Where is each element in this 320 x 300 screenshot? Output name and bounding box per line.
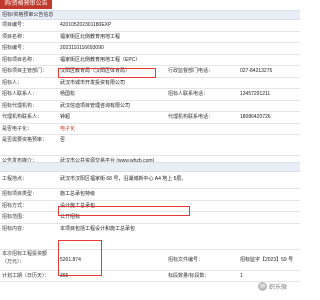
row-content: 招标内容： 本项目包括工程设计和施工总承包 [0, 224, 300, 250]
row-mode: 是否电子化： 电子化 [0, 124, 300, 135]
label-2: 代理机构联系电话： [168, 114, 214, 120]
label: 项目名称： [2, 33, 28, 40]
section-title: 招标/资格预审公告信息 [2, 12, 54, 18]
label: 招标编号： [2, 45, 28, 51]
row-location: 工程地点： 武汉市汉阳区福家街 68 号，沿湖城新中心 A4 地上 5层。 [0, 171, 300, 189]
tab-announcement[interactable]: 询/资格预审公告 [0, 0, 52, 9]
value: 电子化 [60, 125, 76, 132]
row-contact-1: 招标人联系人： 杨国松 招标人联系电话： 13457291211 [0, 89, 300, 101]
label: 招标人联系人： [2, 91, 38, 97]
value: 施工总承包特级 [60, 191, 96, 197]
project-table: 工程地点： 武汉市汉阳区福家街 68 号，沿湖城新中心 A4 地上 5层。 招标… [0, 171, 300, 282]
value: 福家街区北侧教育用地工程（EPC） [60, 56, 141, 63]
row-prequal: 是否需要资格预审： 否 [0, 135, 300, 156]
value-2: 1 [240, 272, 243, 279]
section-header: 招标/资格预审公告信息 [0, 10, 300, 20]
highlight-location [58, 206, 190, 216]
label: 招标项目名称： [2, 56, 38, 63]
info-table: 项目编号： 420105202301180EXP 项目名称： 福家街区北侧教育用… [0, 20, 300, 168]
label-2: 行政监督部门电话： [168, 68, 214, 74]
label: 项目编号： [2, 22, 28, 28]
row-agent: 招标代理机构： 武汉信迪项目管理咨询有限公司 [0, 101, 300, 112]
value: 福家街区北侧教育用地工程 [60, 33, 121, 40]
tab-label: 询/资格预审公告 [4, 1, 48, 7]
watermark-text: 织乐微 [269, 285, 288, 291]
value: 2023110116693090 [60, 45, 104, 51]
value-2: 18086420726 [240, 114, 271, 120]
label-2: 招标文件编号： [168, 256, 204, 263]
label-2: 标段数量/标段数： [168, 272, 210, 279]
tab-bar: 询/资格预审公告 [0, 0, 300, 9]
row-bid-no: 招标编号： 2023110116693090 [0, 43, 300, 55]
watermark-icon: ✉ [258, 282, 267, 291]
label: 招标代理机构： [2, 102, 38, 109]
label: 招标内容： [2, 225, 28, 232]
value: 杨国松 [60, 91, 76, 97]
watermark: ✉ 织乐微 [258, 282, 287, 291]
label: 本次招标工程投资额（万元）： [2, 250, 48, 265]
label: 招标项目主管部门： [2, 68, 48, 74]
value: 武汉市城市开发投资有限公司 [60, 79, 126, 86]
row-period: 计划工期（日历天）： 365 标段数量/标段数： 1 [0, 271, 300, 282]
label: 招标方式： [2, 202, 28, 209]
highlight-project-name [58, 68, 156, 78]
value-2: 13457291211 [240, 91, 271, 97]
row-code: 项目编号： 420105202301180EXP [0, 20, 300, 32]
value: 武汉市汉阳区福家街 68 号，沿湖城新中心 A4 地上 5层。 [60, 176, 187, 182]
row-contact-2: 代理机构联系人： 钟超 代理机构联系电话： 18086420726 [0, 112, 300, 124]
row-type: 招标项目类型： 施工总承包特级 [0, 189, 300, 201]
label: 招标范围： [2, 214, 28, 220]
label: 招标人： [2, 79, 23, 86]
value: 武汉信迪项目管理咨询有限公司 [60, 102, 131, 109]
value-2: 027-84213275 [240, 68, 273, 74]
label: 工程地点： [2, 176, 28, 182]
value: 420105202301180EXP [60, 22, 112, 28]
row-budget: 本次招标工程投资额（万元）： 5261.874 招标文件编号： 招标监字【202… [0, 250, 300, 271]
value: 钟超 [60, 114, 71, 120]
label: 计划工期（日历天）： [2, 272, 50, 279]
row-project: 项目名称： 福家街区北侧教育用地工程 [0, 32, 300, 43]
label: 是否电子化： [2, 125, 33, 132]
label: 代理机构联系人： [2, 114, 43, 120]
label: 是否需要资格预审： [2, 137, 48, 143]
row-section: 招标项目名称： 福家街区北侧教育用地工程（EPC） [0, 55, 300, 66]
highlight-budget-period [58, 240, 102, 276]
label-2: 招标人联系电话： [168, 91, 209, 97]
label: 招标项目类型： [2, 191, 38, 197]
row-owner: 招标人： 武汉市城市开发投资有限公司 [0, 78, 300, 89]
value-2: 招标监字【2023】59 号 [240, 256, 294, 263]
value: 否 [60, 137, 66, 143]
